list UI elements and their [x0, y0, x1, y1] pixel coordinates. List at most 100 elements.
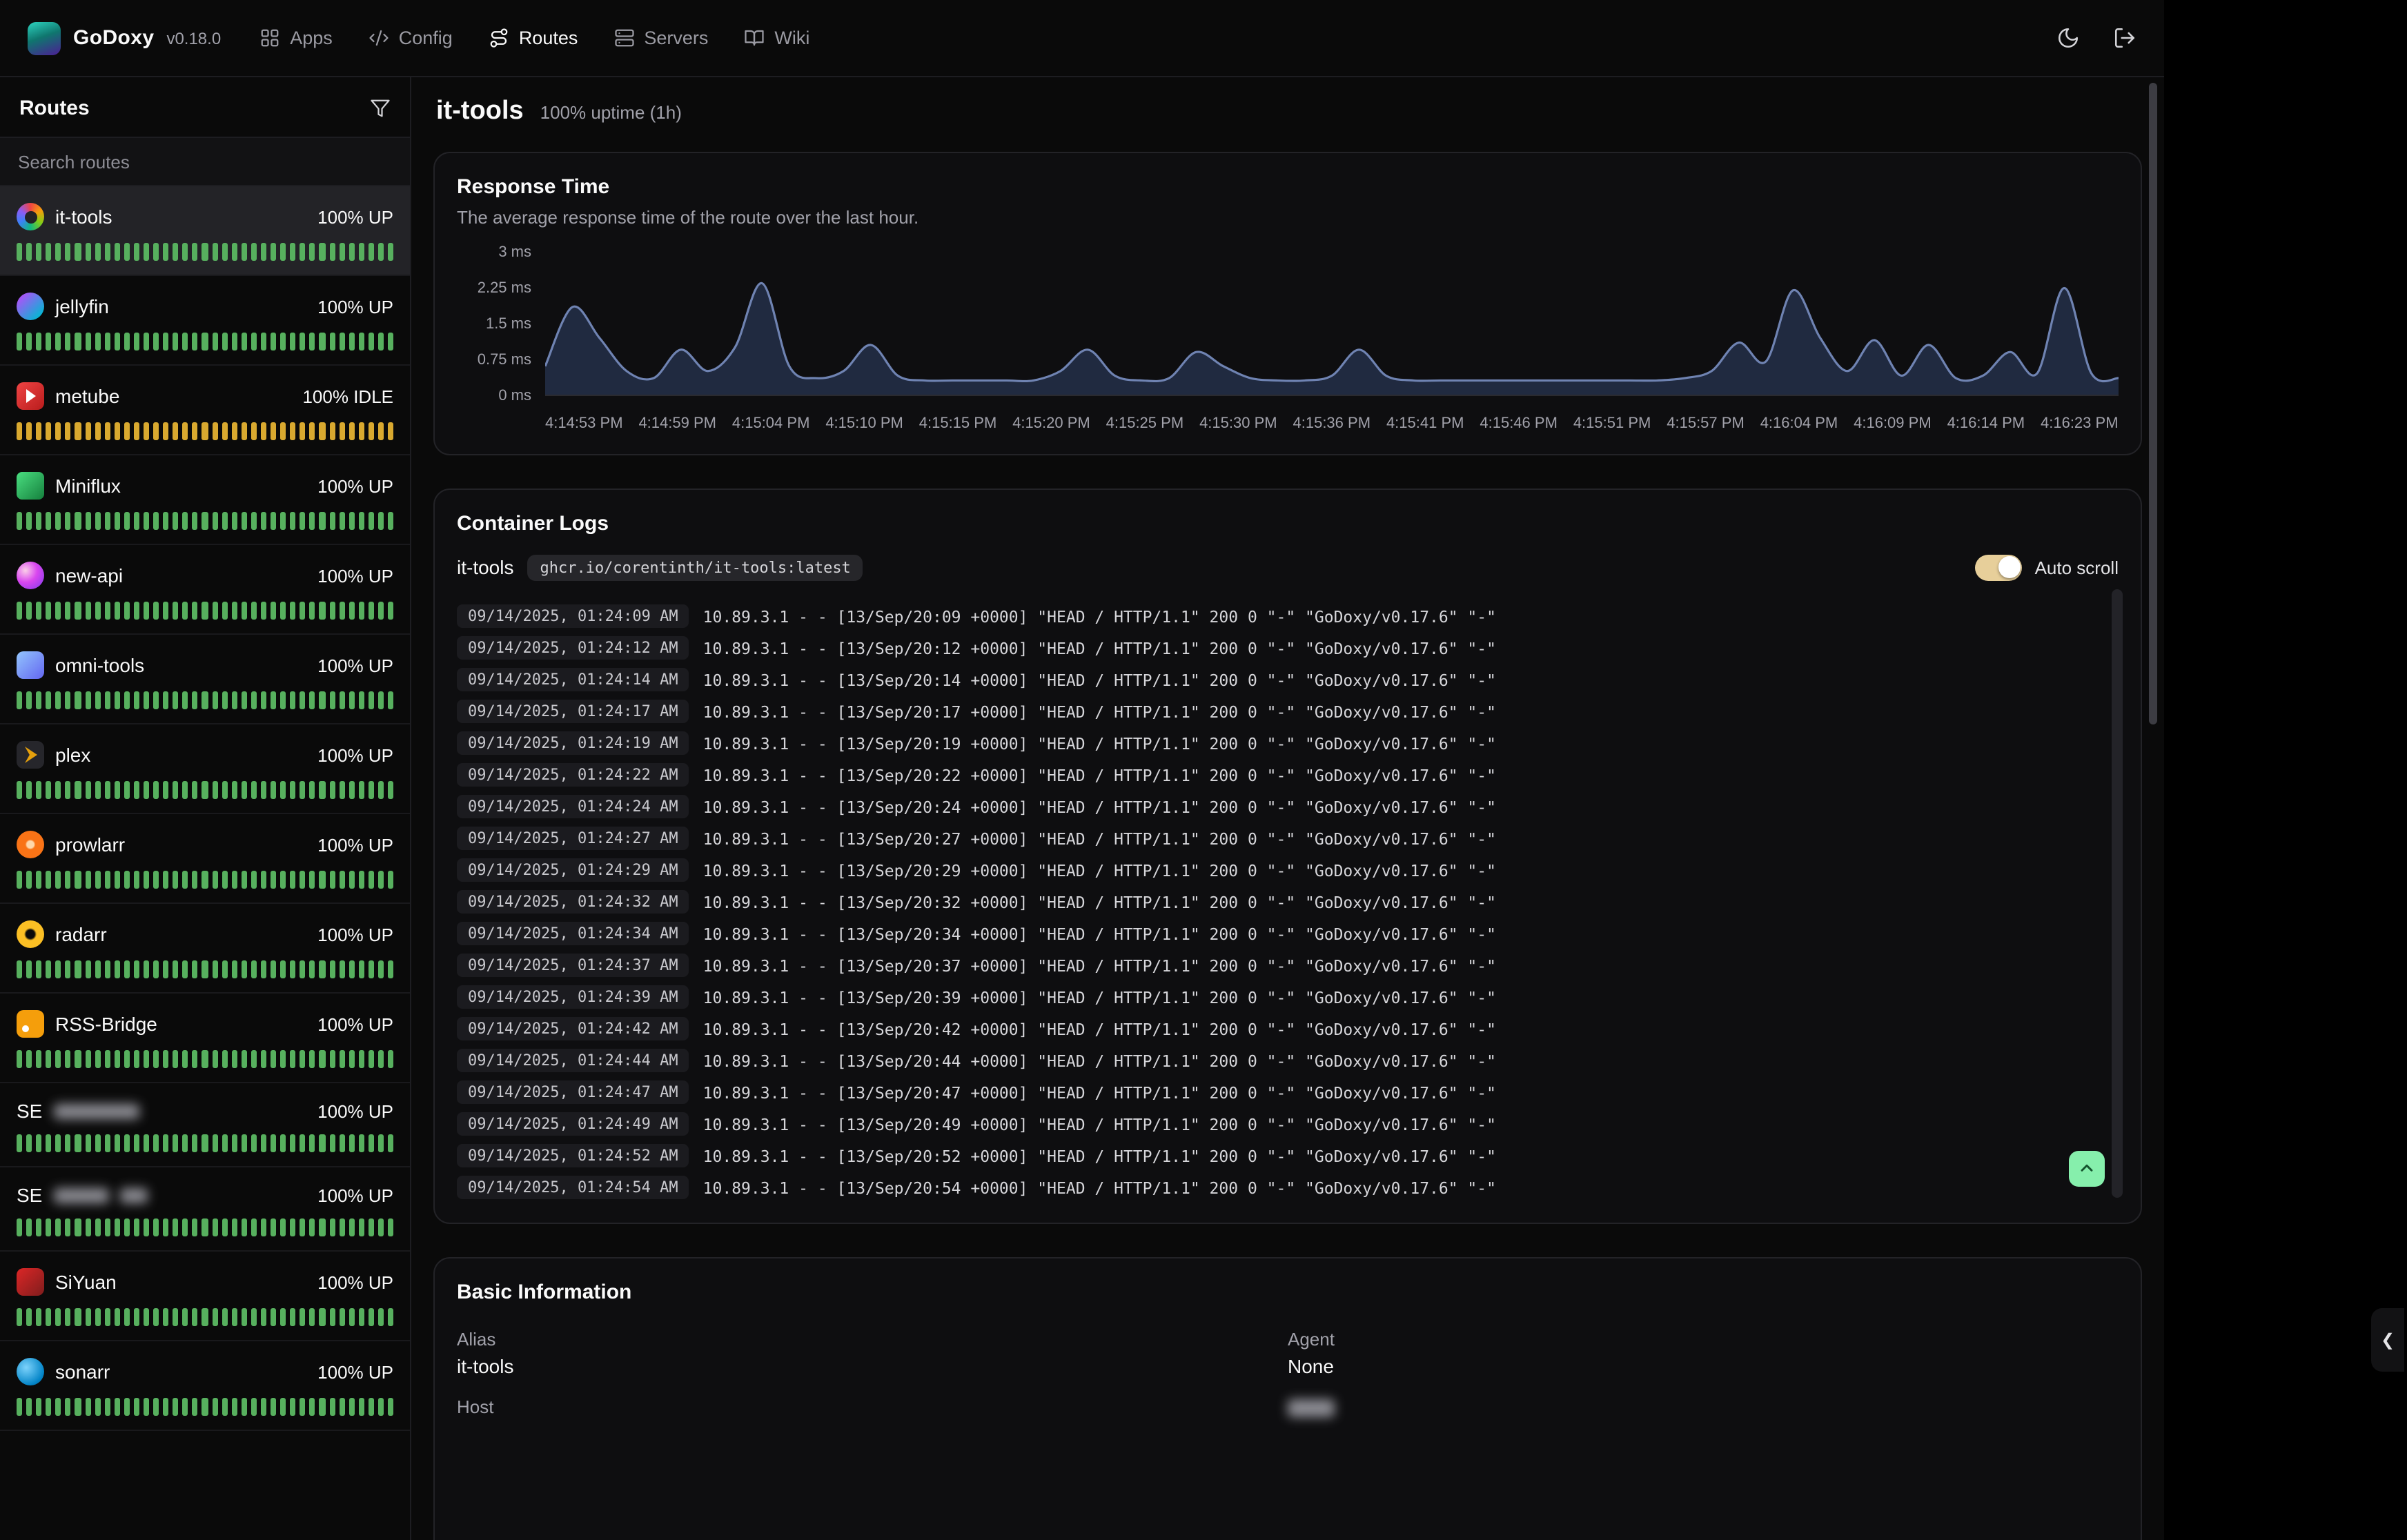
route-name: SE	[17, 1100, 42, 1122]
route-row: new-api100% UP	[17, 562, 393, 589]
theme-toggle-button[interactable]	[2056, 26, 2080, 50]
autoscroll-control: Auto scroll	[1976, 554, 2119, 580]
info-value: None	[1288, 1355, 2119, 1377]
nav-item-config[interactable]: Config	[369, 28, 453, 48]
route-item-miniflux[interactable]: Miniflux100% UP	[0, 455, 410, 545]
container-logs-card: Container Logs it-tools ghcr.io/corentin…	[433, 488, 2142, 1224]
route-status: 100% UP	[317, 1100, 393, 1121]
route-item-se-redacted-1[interactable]: SE 100% UP	[0, 1083, 410, 1167]
radarr-icon	[17, 920, 44, 948]
route-status: 100% UP	[317, 655, 393, 675]
nav-item-apps[interactable]: Apps	[259, 28, 333, 48]
y-tick-label: 3 ms	[498, 244, 531, 261]
route-item-rss-bridge[interactable]: RSS-Bridge100% UP	[0, 994, 410, 1083]
route-item-jellyfin[interactable]: jellyfin100% UP	[0, 276, 410, 366]
uptime-bars	[17, 1398, 393, 1416]
log-timestamp: 09/14/2025, 01:24:32 AM	[457, 890, 689, 914]
uptime-bars	[17, 871, 393, 889]
log-message: 10.89.3.1 - - [13/Sep/20:34 +0000] "HEAD…	[703, 924, 1496, 943]
jellyfin-icon	[17, 293, 44, 320]
info-field-agent: AgentNone	[1288, 1329, 2119, 1377]
screen: GoDoxy v0.18.0 Apps Config Routes Servers Wi…	[0, 0, 2407, 1540]
nav-actions	[2056, 26, 2136, 50]
drawer-collapse-button[interactable]: ❮	[2371, 1308, 2404, 1372]
route-row: prowlarr100% UP	[17, 831, 393, 858]
log-timestamp: 09/14/2025, 01:24:22 AM	[457, 763, 689, 787]
brand[interactable]: GoDoxy v0.18.0	[28, 21, 221, 55]
route-status: 100% UP	[317, 1272, 393, 1292]
route-name: metube	[55, 385, 119, 407]
route-status: 100% UP	[317, 296, 393, 317]
log-row: 09/14/2025, 01:24:47 AM10.89.3.1 - - [13…	[457, 1076, 2088, 1108]
response-time-area-chart	[545, 253, 2119, 395]
route-name: SE	[17, 1184, 42, 1206]
main-content: it-tools 100% uptime (1h) Response Time …	[411, 77, 2164, 1540]
basic-information-title: Basic Information	[457, 1281, 2119, 1304]
route-item-new-api[interactable]: new-api100% UP	[0, 545, 410, 635]
log-timestamp: 09/14/2025, 01:24:37 AM	[457, 954, 689, 977]
log-timestamp: 09/14/2025, 01:24:54 AM	[457, 1176, 689, 1199]
nav-item-label: Config	[399, 28, 453, 48]
page-scrollbar[interactable]	[2149, 83, 2157, 724]
logs-scrollbar[interactable]	[2112, 589, 2123, 1198]
uptime-bars	[17, 1050, 393, 1068]
new-api-icon	[17, 562, 44, 589]
x-tick-label: 4:16:09 PM	[1854, 415, 1932, 432]
log-row: 09/14/2025, 01:24:22 AM10.89.3.1 - - [13…	[457, 759, 2088, 791]
route-name: it-tools	[55, 206, 112, 228]
route-item-se-redacted-2[interactable]: SE100% UP	[0, 1167, 410, 1252]
route-item-omni-tools[interactable]: omni-tools 100% UP	[0, 635, 410, 724]
log-row: 09/14/2025, 01:24:14 AM10.89.3.1 - - [13…	[457, 664, 2088, 695]
route-row: plex100% UP	[17, 741, 393, 769]
info-grid: Aliasit-toolsAgentNoneHost	[457, 1329, 2119, 1424]
app-window: GoDoxy v0.18.0 Apps Config Routes Servers Wi…	[0, 0, 2164, 1540]
chevron-up-icon	[2077, 1159, 2096, 1178]
x-tick-label: 4:15:20 PM	[1012, 415, 1090, 432]
nav-item-label: Wiki	[774, 28, 809, 48]
scroll-to-top-button[interactable]	[2069, 1151, 2105, 1187]
x-tick-label: 4:16:14 PM	[1947, 415, 2025, 432]
route-name: sonarr	[55, 1361, 110, 1383]
log-row: 09/14/2025, 01:24:09 AM10.89.3.1 - - [13…	[457, 600, 2088, 632]
x-tick-label: 4:15:46 PM	[1480, 415, 1558, 432]
nav-item-servers[interactable]: Servers	[613, 28, 708, 48]
info-label: Alias	[457, 1329, 1288, 1350]
route-status: 100% UP	[317, 475, 393, 496]
nav-item-routes[interactable]: Routes	[489, 28, 578, 48]
log-row: 09/14/2025, 01:24:12 AM10.89.3.1 - - [13…	[457, 632, 2088, 664]
route-item-radarr[interactable]: radarr100% UP	[0, 904, 410, 994]
route-item-it-tools[interactable]: it-tools100% UP	[0, 186, 410, 276]
auto-scroll-toggle[interactable]	[1976, 554, 2023, 580]
uptime-bars	[17, 960, 393, 978]
route-item-siyuan[interactable]: SiYuan100% UP	[0, 1252, 410, 1341]
log-timestamp: 09/14/2025, 01:24:27 AM	[457, 827, 689, 850]
route-item-sonarr[interactable]: sonarr 100% UP	[0, 1341, 410, 1431]
route-name: omni-tools	[55, 654, 144, 676]
search-routes-input[interactable]	[0, 137, 410, 186]
y-tick-label: 0 ms	[498, 388, 531, 404]
uptime-bars	[17, 422, 393, 440]
route-status: 100% UP	[317, 1361, 393, 1382]
log-timestamp: 09/14/2025, 01:24:09 AM	[457, 604, 689, 628]
book-icon	[744, 28, 765, 48]
code-icon	[369, 28, 389, 48]
nav-item-label: Apps	[290, 28, 333, 48]
logs-scrollbar-thumb[interactable]	[2112, 589, 2123, 1198]
metube-icon	[17, 382, 44, 410]
funnel-icon	[370, 98, 391, 119]
basic-information-card: Basic Information Aliasit-toolsAgentNone…	[433, 1257, 2142, 1540]
route-item-plex[interactable]: plex100% UP	[0, 724, 410, 814]
route-status: 100% UP	[317, 834, 393, 855]
filter-button[interactable]	[370, 98, 391, 119]
page-header: it-tools 100% uptime (1h)	[433, 97, 2142, 135]
x-tick-label: 4:15:51 PM	[1573, 415, 1651, 432]
route-list: it-tools100% UPjellyfin100% UPmetube100%…	[0, 186, 410, 1540]
route-item-metube[interactable]: metube100% IDLE	[0, 366, 410, 455]
route-item-prowlarr[interactable]: prowlarr100% UP	[0, 814, 410, 904]
log-message: 10.89.3.1 - - [13/Sep/20:37 +0000] "HEAD…	[703, 956, 1496, 975]
response-time-chart: 3 ms2.25 ms1.5 ms0.75 ms0 ms 4:14:53 PM4…	[457, 253, 2119, 432]
logout-button[interactable]	[2113, 26, 2136, 50]
info-field-host: Host	[457, 1396, 1288, 1424]
nav-item-wiki[interactable]: Wiki	[744, 28, 809, 48]
log-row: 09/14/2025, 01:24:42 AM10.89.3.1 - - [13…	[457, 1013, 2088, 1045]
